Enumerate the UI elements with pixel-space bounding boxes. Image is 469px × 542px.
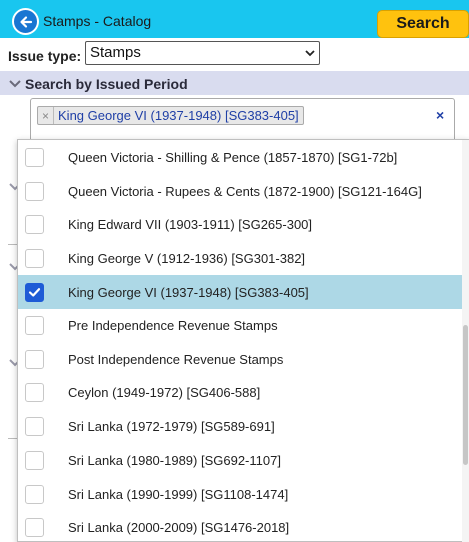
dropdown-option[interactable]: Ceylon (1949-1972) [SG406-588] bbox=[18, 375, 468, 409]
checkbox[interactable] bbox=[25, 450, 44, 470]
issue-type-select[interactable]: Stamps bbox=[85, 41, 320, 65]
checkbox[interactable] bbox=[25, 147, 44, 167]
checkbox[interactable] bbox=[25, 214, 44, 234]
checkbox[interactable] bbox=[25, 248, 44, 268]
dropdown-option-label: King George VI (1937-1948) [SG383-405] bbox=[68, 284, 309, 300]
checkbox[interactable] bbox=[25, 517, 44, 537]
dropdown-option[interactable]: Sri Lanka (1980-1989) [SG692-1107] bbox=[18, 443, 468, 477]
period-section-title: Search by Issued Period bbox=[25, 76, 188, 92]
checkbox[interactable] bbox=[25, 315, 44, 335]
dropdown-option[interactable]: Queen Victoria - Rupees & Cents (1872-19… bbox=[18, 174, 468, 208]
dropdown-option[interactable]: King Edward VII (1903-1911) [SG265-300] bbox=[18, 207, 468, 241]
dropdown-option-label: Sri Lanka (1990-1999) [SG1108-1474] bbox=[68, 486, 289, 502]
dropdown-option[interactable]: King George VI (1937-1948) [SG383-405] bbox=[18, 275, 468, 309]
clear-selection-icon[interactable]: × bbox=[436, 107, 444, 123]
tag-remove-icon[interactable]: × bbox=[38, 107, 55, 124]
dropdown-option[interactable]: King George V (1912-1936) [SG301-382] bbox=[18, 241, 468, 275]
dropdown-option-label: Sri Lanka (1980-1989) [SG692-1107] bbox=[68, 452, 281, 468]
dropdown-option-label: Queen Victoria - Rupees & Cents (1872-19… bbox=[68, 183, 422, 199]
checkbox[interactable] bbox=[25, 382, 44, 402]
chevron-down-icon bbox=[9, 80, 21, 88]
period-multiselect[interactable]: × King George VI (1937-1948) [SG383-405]… bbox=[30, 98, 455, 142]
checkbox[interactable] bbox=[25, 416, 44, 436]
dropdown-option[interactable]: Pre Independence Revenue Stamps bbox=[18, 308, 468, 342]
scrollbar-thumb[interactable] bbox=[463, 325, 468, 465]
dropdown-option[interactable]: Queen Victoria - Shilling & Pence (1857-… bbox=[18, 140, 468, 174]
page-title: Stamps - Catalog bbox=[43, 13, 152, 29]
period-dropdown-list[interactable]: Queen Victoria - Shilling & Pence (1857-… bbox=[17, 139, 469, 542]
check-icon bbox=[28, 287, 41, 297]
checkbox[interactable] bbox=[25, 349, 44, 369]
dropdown-option-label: King Edward VII (1903-1911) [SG265-300] bbox=[68, 216, 313, 232]
selected-tag: × King George VI (1937-1948) [SG383-405] bbox=[37, 106, 304, 125]
issue-type-value: Stamps bbox=[90, 44, 141, 61]
checkbox-checked[interactable] bbox=[25, 282, 44, 302]
dropdown-option-label: King George V (1912-1936) [SG301-382] bbox=[68, 250, 306, 266]
selected-tag-label: King George VI (1937-1948) [SG383-405] bbox=[58, 108, 299, 123]
dropdown-option[interactable]: Sri Lanka (2000-2009) [SG1476-2018] bbox=[18, 510, 468, 541]
arrow-left-icon bbox=[19, 15, 32, 28]
dropdown-option-label: Pre Independence Revenue Stamps bbox=[68, 317, 278, 333]
period-section-header[interactable]: Search by Issued Period bbox=[0, 71, 469, 95]
dropdown-option[interactable]: Sri Lanka (1990-1999) [SG1108-1474] bbox=[18, 477, 468, 511]
issue-type-label: Issue type: bbox=[8, 48, 82, 64]
back-button[interactable] bbox=[12, 8, 39, 35]
dropdown-option[interactable]: Post Independence Revenue Stamps bbox=[18, 342, 468, 376]
dropdown-option-label: Queen Victoria - Shilling & Pence (1857-… bbox=[68, 149, 398, 165]
dropdown-option-label: Post Independence Revenue Stamps bbox=[68, 351, 284, 367]
checkbox[interactable] bbox=[25, 181, 44, 201]
dropdown-option[interactable]: Sri Lanka (1972-1979) [SG589-691] bbox=[18, 409, 468, 443]
chevron-down-icon bbox=[305, 50, 315, 57]
search-button[interactable]: Search bbox=[377, 10, 469, 38]
dropdown-option-label: Ceylon (1949-1972) [SG406-588] bbox=[68, 384, 261, 400]
dropdown-option-label: Sri Lanka (1972-1979) [SG589-691] bbox=[68, 418, 275, 434]
checkbox[interactable] bbox=[25, 484, 44, 504]
dropdown-option-label: Sri Lanka (2000-2009) [SG1476-2018] bbox=[68, 519, 290, 535]
